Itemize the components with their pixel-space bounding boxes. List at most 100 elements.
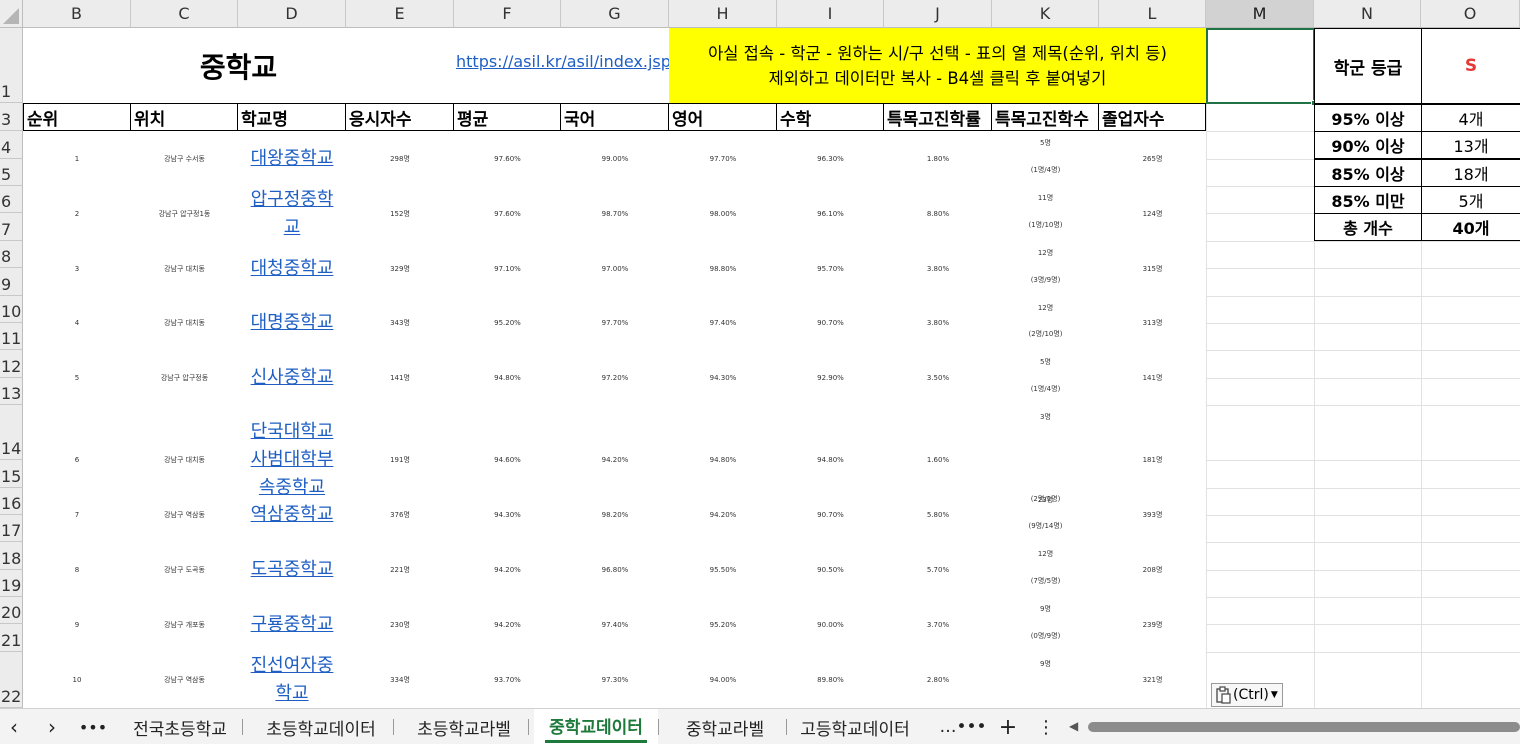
school-name-link[interactable]: 신사중학교 <box>238 350 346 405</box>
cell-korean[interactable]: 97.00% <box>561 241 669 296</box>
cell-english[interactable]: 94.30% <box>669 350 777 405</box>
cell-korean[interactable]: 97.40% <box>561 597 669 652</box>
row-header-6[interactable]: 6 <box>0 186 23 213</box>
cell-examinees[interactable]: 230명 <box>346 597 454 652</box>
row-header-22[interactable]: 22 <box>0 652 23 708</box>
row-header-21[interactable]: 21 <box>0 624 23 652</box>
row-header-9[interactable]: 9 <box>0 268 23 296</box>
cell-math[interactable]: 96.30% <box>777 131 884 186</box>
column-header-o[interactable]: O <box>1421 0 1520 28</box>
header-7[interactable]: 영어 <box>669 103 777 131</box>
cell-rate[interactable]: 8.80% <box>884 186 992 241</box>
column-header-k[interactable]: K <box>992 0 1099 28</box>
cell-math[interactable]: 90.70% <box>777 488 884 542</box>
cell-rank[interactable]: 10 <box>23 652 131 708</box>
special-count-detail[interactable]: (9명/14명) <box>992 520 1099 532</box>
cell-rate[interactable]: 3.50% <box>884 350 992 405</box>
sheet-tab[interactable]: 고등학교데이터 <box>782 709 928 745</box>
cell-location[interactable]: 강남구 개포동 <box>131 597 238 652</box>
row-header-10[interactable]: 10 <box>0 296 23 323</box>
column-header-e[interactable]: E <box>346 0 454 28</box>
cell-english[interactable]: 94.00% <box>669 652 777 708</box>
cell-location[interactable]: 강남구 역삼동 <box>131 488 238 542</box>
cell-rank[interactable]: 8 <box>23 542 131 597</box>
cell-examinees[interactable]: 298명 <box>346 131 454 186</box>
sheet-tab[interactable]: 전국초등학교 <box>118 709 242 745</box>
sheet-tab[interactable]: 초등학교라벨 <box>400 709 528 745</box>
cell-location[interactable]: 강남구 역삼동 <box>131 652 238 708</box>
cell-grads[interactable]: 141명 <box>1099 350 1206 405</box>
cell-english[interactable]: 98.00% <box>669 186 777 241</box>
more-tabs-right-icon[interactable]: … ••• <box>939 709 986 745</box>
row-header-4[interactable]: 4 <box>0 131 23 159</box>
cell-english[interactable]: 95.20% <box>669 597 777 652</box>
column-header-i[interactable]: I <box>777 0 884 28</box>
row-header-16[interactable]: 16 <box>0 488 23 515</box>
add-sheet-button[interactable]: + <box>996 709 1020 745</box>
cell-location[interactable]: 강남구 수서동 <box>131 131 238 186</box>
sheet-title[interactable]: 중학교 <box>23 28 454 103</box>
cell-rate[interactable]: 5.80% <box>884 488 992 542</box>
column-header-g[interactable]: G <box>561 0 669 28</box>
row-header-18[interactable]: 18 <box>0 542 23 570</box>
column-header-h[interactable]: H <box>669 0 777 28</box>
cell-location[interactable]: 강남구 압구정동 <box>131 350 238 405</box>
cell-avg[interactable]: 94.30% <box>454 488 561 542</box>
cell-examinees[interactable]: 334명 <box>346 652 454 708</box>
column-header-c[interactable]: C <box>131 0 238 28</box>
school-name-link[interactable]: 도곡중학교 <box>238 542 346 597</box>
column-header-n[interactable]: N <box>1314 0 1421 28</box>
cell-examinees[interactable]: 329명 <box>346 241 454 296</box>
special-count-detail[interactable]: (2명/10명) <box>992 328 1099 340</box>
select-all-corner[interactable] <box>0 0 23 28</box>
column-header-d[interactable]: D <box>238 0 346 28</box>
cell-examinees[interactable]: 221명 <box>346 542 454 597</box>
cell-rank[interactable]: 3 <box>23 241 131 296</box>
special-count[interactable]: 23명 <box>992 494 1099 506</box>
row-header-14[interactable]: 14 <box>0 405 23 460</box>
cell-rank[interactable]: 5 <box>23 350 131 405</box>
header-11[interactable]: 졸업자수 <box>1099 103 1206 131</box>
cell-rate[interactable]: 1.80% <box>884 131 992 186</box>
cell-grads[interactable]: 208명 <box>1099 542 1206 597</box>
cell-avg[interactable]: 94.80% <box>454 350 561 405</box>
row-header-1[interactable]: 1 <box>0 28 23 103</box>
grade-stat-label[interactable]: 85% 이상 <box>1314 159 1422 187</box>
special-count[interactable]: 12명 <box>992 548 1099 560</box>
asil-url-link[interactable]: https://asil.kr/asil/index.jsp <box>456 52 670 80</box>
grade-stat-label[interactable]: 85% 미만 <box>1314 186 1422 214</box>
cell-rank[interactable]: 9 <box>23 597 131 652</box>
more-tabs-left-icon[interactable]: ••• <box>79 709 107 745</box>
grade-stat-label[interactable]: 총 개수 <box>1314 213 1422 241</box>
cell-avg[interactable]: 93.70% <box>454 652 561 708</box>
header-4[interactable]: 응시자수 <box>346 103 454 131</box>
cell-rate[interactable]: 3.80% <box>884 241 992 296</box>
cell-korean[interactable]: 99.00% <box>561 131 669 186</box>
special-count-detail[interactable]: (3명/9명) <box>992 274 1099 286</box>
row-header-8[interactable]: 8 <box>0 241 23 268</box>
cell-english[interactable]: 98.80% <box>669 241 777 296</box>
row-header-13[interactable]: 13 <box>0 378 23 405</box>
cell-location[interactable]: 강남구 압구정1동 <box>131 186 238 241</box>
cell-korean[interactable]: 98.70% <box>561 186 669 241</box>
cell-math[interactable]: 89.80% <box>777 652 884 708</box>
cell-korean[interactable]: 96.80% <box>561 542 669 597</box>
row-header-5[interactable]: 5 <box>0 159 23 186</box>
options-menu-icon[interactable]: ⋮ <box>1037 709 1055 745</box>
header-5[interactable]: 평균 <box>454 103 561 131</box>
cell-avg[interactable]: 95.20% <box>454 296 561 350</box>
cell-examinees[interactable]: 343명 <box>346 296 454 350</box>
special-count[interactable]: 12명 <box>992 302 1099 314</box>
cell-grads[interactable]: 315명 <box>1099 241 1206 296</box>
cell-grads[interactable]: 265명 <box>1099 131 1206 186</box>
cell-english[interactable]: 94.20% <box>669 488 777 542</box>
cell-math[interactable]: 95.70% <box>777 241 884 296</box>
header-6[interactable]: 국어 <box>561 103 669 131</box>
cell-english[interactable]: 97.40% <box>669 296 777 350</box>
cell-math[interactable]: 92.90% <box>777 350 884 405</box>
scroll-left-arrow-icon[interactable]: ◀ <box>1069 719 1078 733</box>
grade-stat-value[interactable]: 4개 <box>1421 104 1520 132</box>
header-2[interactable]: 위치 <box>131 103 238 131</box>
school-name-link[interactable]: 진선여자중학교 <box>238 652 346 708</box>
grade-value-cell[interactable]: S <box>1421 28 1520 104</box>
